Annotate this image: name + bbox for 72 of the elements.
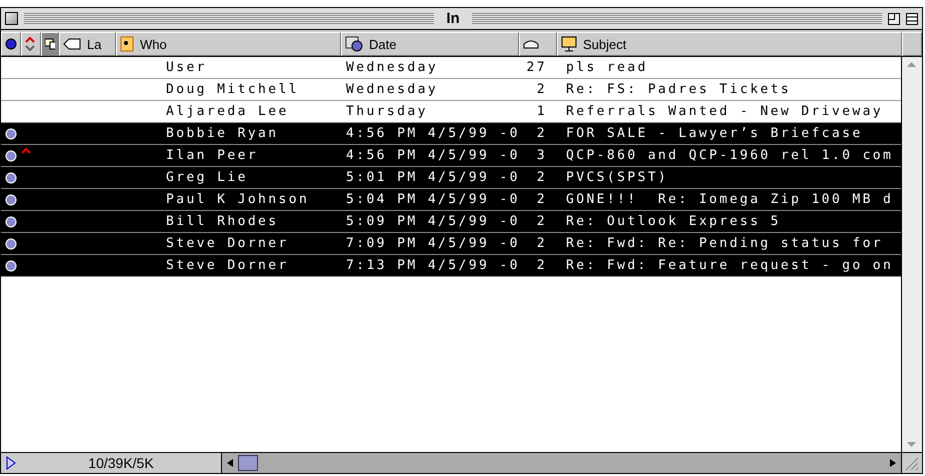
server-column-header[interactable] — [519, 32, 557, 56]
sender-cell-text: Bobbie Ryan — [165, 126, 280, 141]
message-row[interactable]: Bill Rhodes 5:09 PM 4/5/99 -0 2 Re: Outlook Express 5 — [1, 211, 901, 233]
horizontal-scrollbar[interactable] — [222, 453, 902, 473]
date-cell-text: 7:13 PM 4/5/99 -0 — [345, 258, 519, 273]
who-column-header[interactable]: Who — [116, 32, 341, 56]
date-cell-text: 4:56 PM 4/5/99 -0 — [345, 148, 519, 163]
subject-cell-text: QCP-860 and QCP-1960 rel 1.0 com — [565, 148, 894, 163]
calendar-clock-icon — [345, 36, 363, 52]
collapse-box[interactable] — [906, 12, 918, 24]
message-row[interactable]: Doug Mitchell Wednesday 2 Re: FS: Padres Tickets — [1, 79, 901, 101]
date-cell-text: 4:56 PM 4/5/99 -0 — [345, 126, 519, 141]
subject-cell-text: PVCS(SPST) — [565, 170, 670, 185]
date-cell-text: 5:04 PM 4/5/99 -0 — [345, 192, 519, 207]
zoom-box[interactable] — [888, 12, 900, 24]
size-cell-text: 1 — [536, 104, 548, 119]
message-row[interactable]: Paul K Johnson 5:04 PM 4/5/99 -0 2 GONE!!! Re: Iomega Zip 100 MB d — [1, 189, 901, 211]
sender-cell-text: Steve Dorner — [165, 236, 290, 251]
title-bar-stripes[interactable] — [472, 13, 882, 24]
size-cell-text: 2 — [536, 170, 548, 185]
date-cell-text: Wednesday — [345, 82, 440, 97]
date-cell-text: Wednesday — [345, 60, 440, 75]
sender-cell-text: Steve Dorner — [165, 258, 290, 273]
label-column-header[interactable]: La — [59, 32, 116, 56]
message-row[interactable]: Bobbie Ryan 4:56 PM 4/5/99 -0 2 FOR SALE - Lawyer’s Briefcase — [1, 123, 901, 145]
size-cell-text: 2 — [536, 126, 548, 141]
sender-cell-text: Doug Mitchell — [165, 82, 300, 97]
window-title: In — [445, 10, 461, 27]
size-cell-text: 2 — [536, 214, 548, 229]
sort-arrows-icon — [25, 37, 35, 51]
subject-cell-text: Re: Outlook Express 5 — [565, 214, 782, 229]
contact-card-icon — [120, 36, 134, 52]
size-cell-text: 27 — [526, 60, 548, 75]
date-cell-text: 5:09 PM 4/5/99 -0 — [345, 214, 519, 229]
message-row[interactable]: Steve Dorner 7:13 PM 4/5/99 -0 2 Re: Fwd: Feature request - go on — [1, 255, 901, 277]
subject-column-header[interactable]: Subject — [557, 32, 902, 56]
subject-cell-text: GONE!!! Re: Iomega Zip 100 MB d — [565, 192, 894, 207]
size-cell-text: 2 — [536, 236, 548, 251]
status-dot-icon — [5, 38, 17, 50]
size-cell-text: 2 — [536, 258, 548, 273]
date-column-header[interactable]: Date — [341, 32, 519, 56]
close-box[interactable] — [5, 12, 18, 25]
subject-cell-text: Referrals Wanted - New Driveway — [565, 104, 884, 119]
message-row[interactable]: Ilan Peer 4:56 PM 4/5/99 -0 3 QCP-860 and QCP-1960 rel 1.0 com — [1, 145, 901, 167]
scroll-thumb[interactable] — [238, 455, 258, 471]
priority-column-header[interactable] — [21, 32, 41, 56]
sender-cell-text: User — [165, 60, 208, 75]
sender-cell-text: Paul K Johnson — [165, 192, 310, 207]
subject-cell-text: pls read — [565, 60, 649, 75]
size-cell-text: 2 — [536, 82, 548, 97]
message-row[interactable]: Steve Dorner 7:09 PM 4/5/99 -0 2 Re: Fwd: Re: Pending status for — [1, 233, 901, 255]
sender-cell-text: Aljareda Lee — [165, 104, 290, 119]
subject-cell-text: Re: Fwd: Feature request - go on — [565, 258, 894, 273]
subject-cell-text: Re: Fwd: Re: Pending status for — [565, 236, 884, 251]
sender-cell-text: Ilan Peer — [165, 148, 260, 163]
status-column-header[interactable] — [1, 32, 21, 56]
message-row[interactable]: Greg Lie 5:01 PM 4/5/99 -0 2 PVCS(SPST) — [1, 167, 901, 189]
title-bar-stripes[interactable] — [24, 13, 434, 24]
sender-cell-text: Bill Rhodes — [165, 214, 280, 229]
monitor-icon — [561, 36, 577, 52]
message-row[interactable]: User Wednesday 27 pls read — [1, 57, 901, 79]
subject-cell-text: FOR SALE - Lawyer’s Briefcase — [565, 126, 864, 141]
document-icon — [45, 38, 55, 50]
tag-icon — [63, 38, 81, 50]
date-cell-text: Thursday — [345, 104, 429, 119]
sender-cell-text: Greg Lie — [165, 170, 249, 185]
date-cell-text: 5:01 PM 4/5/99 -0 — [345, 170, 519, 185]
size-cell-text: 2 — [536, 192, 548, 207]
size-cell-text: 3 — [536, 148, 548, 163]
subject-cell-text: Re: FS: Padres Tickets — [565, 82, 792, 97]
attachment-column-header[interactable] — [41, 32, 59, 56]
date-cell-text: 7:09 PM 4/5/99 -0 — [345, 236, 519, 251]
